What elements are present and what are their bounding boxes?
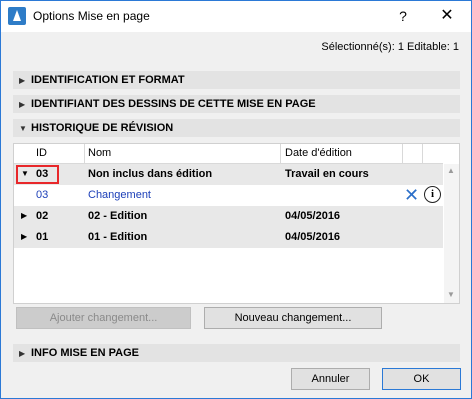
column-header-name[interactable]: Nom	[88, 147, 111, 159]
section-info[interactable]: ▶ INFO MISE EN PAGE	[13, 344, 460, 362]
collapsed-triangle-icon[interactable]: ▶	[21, 211, 27, 220]
archicad-app-icon	[8, 7, 26, 25]
table-row[interactable]: ▶ 01 01 - Edition 04/05/2016	[14, 227, 443, 248]
section-label: INFO MISE EN PAGE	[31, 347, 139, 359]
row-name: 01 - Edition	[88, 231, 148, 243]
selection-info: Sélectionné(s): 1 Editable: 1	[321, 41, 459, 53]
revision-table: ID Nom Date d'édition ▼ 03 Non inclus da…	[13, 143, 460, 304]
scroll-up-icon[interactable]: ▲	[447, 166, 455, 175]
scroll-down-icon[interactable]: ▼	[447, 290, 455, 299]
row-name: Non inclus dans édition	[88, 168, 213, 180]
table-header: ID Nom Date d'édition	[14, 144, 443, 164]
row-id: 02	[36, 210, 49, 222]
window-title: Options Mise en page	[33, 9, 150, 23]
collapsed-triangle-icon: ▶	[19, 76, 26, 85]
new-change-button[interactable]: Nouveau changement...	[204, 307, 382, 329]
section-label: IDENTIFIANT DES DESSINS DE CETTE MISE EN…	[31, 98, 316, 110]
column-header-id[interactable]: ID	[36, 147, 47, 159]
column-divider	[402, 144, 403, 164]
row-name: Changement	[88, 189, 151, 201]
row-id: 03	[36, 189, 49, 201]
column-divider	[84, 144, 85, 164]
row-id: 01	[36, 231, 49, 243]
table-row[interactable]: ▶ 02 02 - Edition 04/05/2016	[14, 206, 443, 227]
row-name: 02 - Edition	[88, 210, 148, 222]
expanded-triangle-icon: ▼	[19, 124, 27, 133]
section-identification[interactable]: ▶ IDENTIFICATION ET FORMAT	[13, 71, 460, 89]
table-row[interactable]: ▼ 03 Non inclus dans édition Travail en …	[14, 164, 443, 185]
row-date: Travail en cours	[285, 168, 369, 180]
title-bar: Options Mise en page ? ✕	[1, 1, 471, 32]
collapsed-triangle-icon[interactable]: ▶	[21, 232, 27, 241]
column-divider	[422, 144, 423, 164]
add-change-button[interactable]: Ajouter changement...	[16, 307, 191, 329]
section-drawing-ids[interactable]: ▶ IDENTIFIANT DES DESSINS DE CETTE MISE E…	[13, 95, 460, 113]
selected-row-highlight	[16, 165, 59, 184]
section-revision-history[interactable]: ▼ HISTORIQUE DE RÉVISION	[13, 119, 460, 137]
cancel-button[interactable]: Annuler	[291, 368, 370, 390]
column-header-date[interactable]: Date d'édition	[285, 147, 352, 159]
table-row-child[interactable]: 03 Changement ✕ i	[14, 185, 443, 206]
section-label: IDENTIFICATION ET FORMAT	[31, 74, 185, 86]
remove-change-icon[interactable]: ✕	[404, 186, 419, 204]
close-button[interactable]: ✕	[435, 5, 459, 27]
row-date: 04/05/2016	[285, 210, 341, 222]
row-date: 04/05/2016	[285, 231, 341, 243]
help-button[interactable]: ?	[391, 5, 415, 27]
collapsed-triangle-icon: ▶	[19, 349, 26, 358]
info-icon[interactable]: i	[424, 186, 441, 203]
section-label: HISTORIQUE DE RÉVISION	[31, 122, 174, 134]
column-divider	[280, 144, 281, 164]
options-dialog: Options Mise en page ? ✕ Sélectionné(s):…	[0, 0, 472, 399]
ok-button[interactable]: OK	[382, 368, 461, 390]
vertical-scrollbar[interactable]: ▲ ▼	[444, 164, 459, 303]
collapsed-triangle-icon: ▶	[19, 100, 26, 109]
